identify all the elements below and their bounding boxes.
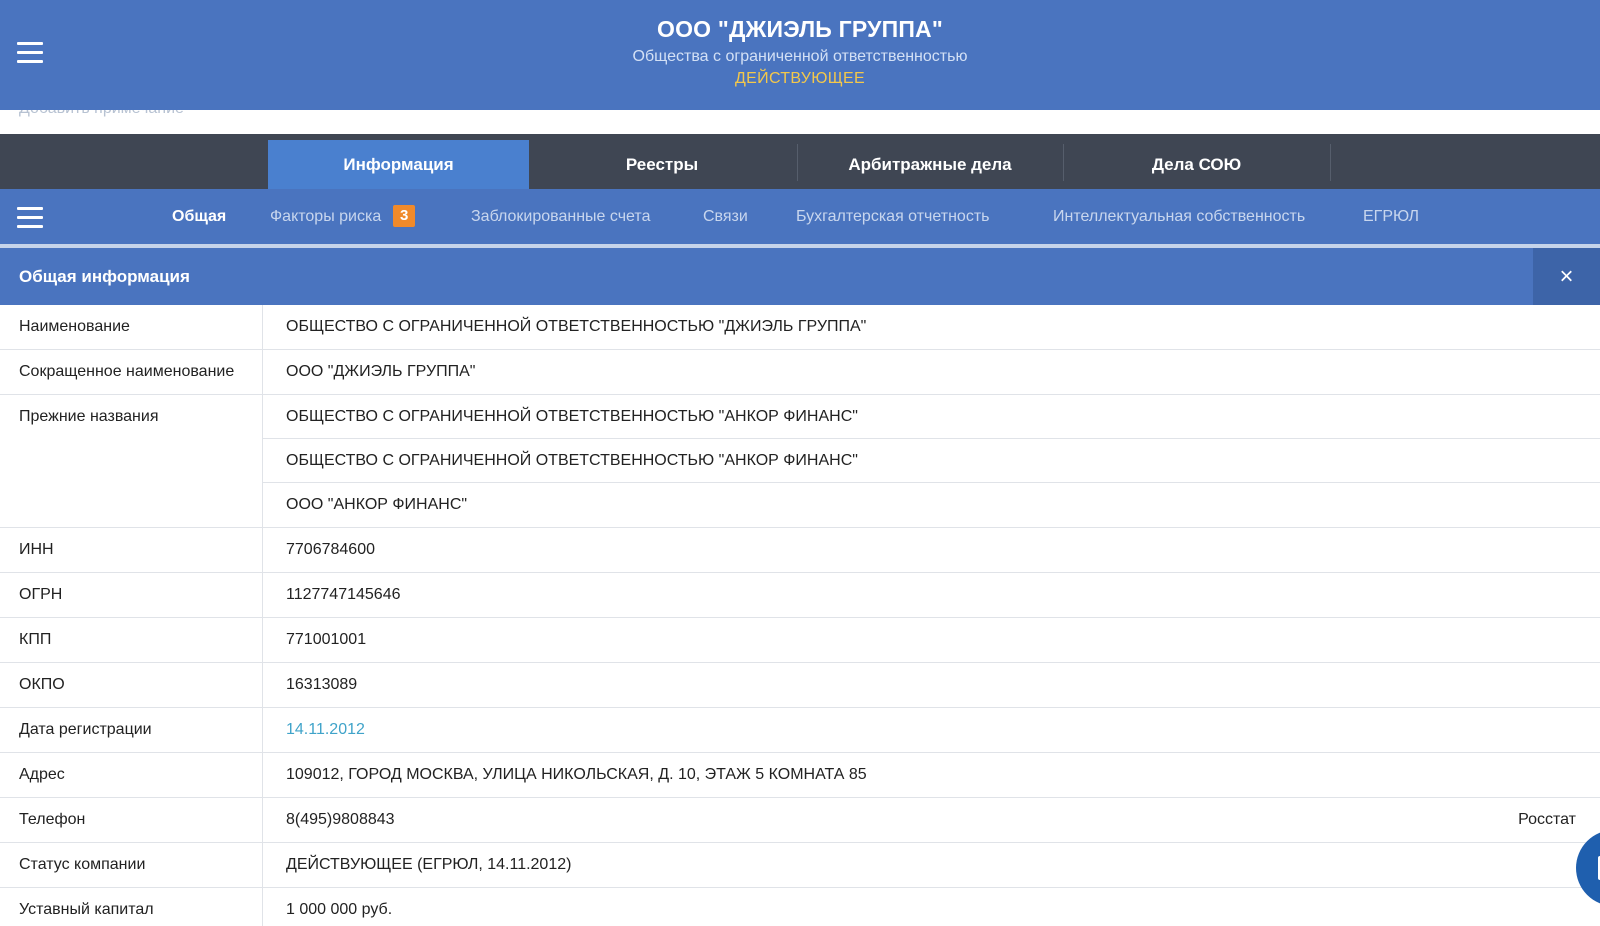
company-status: ДЕЙСТВУЮЩЕЕ (735, 70, 865, 87)
row-value: ОБЩЕСТВО С ОГРАНИЧЕННОЙ ОТВЕТСТВЕННОСТЬЮ… (263, 439, 1600, 483)
row-name: Наименование ОБЩЕСТВО С ОГРАНИЧЕННОЙ ОТВ… (0, 305, 1600, 350)
row-address: Адрес 109012, ГОРОД МОСКВА, УЛИЦА НИКОЛЬ… (0, 753, 1600, 798)
company-type: Общества с ограниченной ответственностью (632, 48, 968, 65)
row-okpo: ОКПО 16313089 (0, 663, 1600, 708)
row-inn: ИНН 7706784600 (0, 528, 1600, 573)
row-value: 1 000 000 руб. (286, 901, 393, 918)
phone-source-note: Росстат (1518, 811, 1576, 828)
row-label: Адрес (0, 753, 263, 797)
row-value: 771001001 (286, 631, 367, 648)
close-icon[interactable]: × (1533, 248, 1600, 305)
row-label: Сокращенное наименование (0, 350, 263, 394)
subnav-risk-factors[interactable]: Факторы риска 3 (270, 189, 416, 244)
row-ogrn: ОГРН 1127747145646 (0, 573, 1600, 618)
row-value: 109012, ГОРОД МОСКВА, УЛИЦА НИКОЛЬСКАЯ, … (286, 766, 867, 783)
sub-navigation: Общая Факторы риска 3 Заблокированные сче… (0, 189, 1600, 244)
row-value: 8(495)9808843 (286, 811, 395, 828)
row-label: Наименование (0, 305, 263, 349)
row-label: ОГРН (0, 573, 263, 617)
row-label: ОКПО (0, 663, 263, 707)
row-charter-capital: Уставный капитал 1 000 000 руб. (0, 888, 1600, 926)
row-label: КПП (0, 618, 263, 662)
row-value: ОБЩЕСТВО С ОГРАНИЧЕННОЙ ОТВЕТСТВЕННОСТЬЮ… (286, 318, 867, 335)
tab-divider (1330, 144, 1331, 181)
row-value: ООО "ДЖИЭЛЬ ГРУППА" (286, 363, 476, 380)
section-header: Общая информация × (0, 248, 1600, 305)
row-value: 1127747145646 (286, 586, 401, 603)
row-company-status: Статус компании ДЕЙСТВУЮЩЕЕ (ЕГРЮЛ, 14.1… (0, 843, 1600, 888)
subnav-general[interactable]: Общая (172, 189, 226, 244)
tab-information[interactable]: Информация (268, 140, 529, 189)
row-former-names: Прежние названия ОБЩЕСТВО С ОГРАНИЧЕННОЙ… (0, 395, 1600, 528)
company-heading: ООО "ДЖИЭЛЬ ГРУППА" Общества с ограничен… (0, 16, 1600, 88)
row-label: Дата регистрации (0, 708, 263, 752)
add-note-link[interactable]: Добавить примечание (19, 110, 184, 118)
row-value: 16313089 (286, 676, 358, 693)
row-value: 7706784600 (286, 541, 375, 558)
main-tabs: Информация Реестры Арбитражные дела Дела… (0, 134, 1600, 189)
section-title: Общая информация (19, 267, 190, 286)
phone-value-line: 8(495)9808843 Росстат (263, 798, 1600, 842)
row-label: Прежние названия (0, 395, 263, 527)
row-value: ОБЩЕСТВО С ОГРАНИЧЕННОЙ ОТВЕТСТВЕННОСТЬЮ… (263, 395, 1600, 439)
info-table: Наименование ОБЩЕСТВО С ОГРАНИЧЕННОЙ ОТВ… (0, 305, 1600, 926)
risk-count-badge: 3 (393, 204, 416, 227)
row-phone: Телефон 8(495)9808843 Росстат (0, 798, 1600, 843)
row-registration-date: Дата регистрации 14.11.2012 (0, 708, 1600, 753)
subnav-accounting-reports[interactable]: Бухгалтерская отчетность (796, 189, 989, 244)
subnav-risk-factors-label: Факторы риска (270, 208, 382, 225)
subnav-blocked-accounts[interactable]: Заблокированные счета (471, 189, 650, 244)
row-label: ИНН (0, 528, 263, 572)
tab-arbitration-cases[interactable]: Арбитражные дела (797, 140, 1063, 189)
tab-court-cases[interactable]: Дела СОЮ (1063, 140, 1330, 189)
row-value: ООО "АНКОР ФИНАНС" (286, 496, 468, 513)
subnav-egrul[interactable]: ЕГРЮЛ (1363, 189, 1419, 244)
subnav-intellectual-property[interactable]: Интеллектуальная собственность (1053, 189, 1305, 244)
subnav-connections[interactable]: Связи (703, 189, 748, 244)
row-label: Уставный капитал (0, 888, 263, 926)
row-label: Статус компании (0, 843, 263, 887)
row-value: ДЕЙСТВУЮЩЕЕ (ЕГРЮЛ, 14.11.2012) (286, 856, 572, 873)
company-title: ООО "ДЖИЭЛЬ ГРУППА" (657, 16, 943, 42)
row-short-name: Сокращенное наименование ООО "ДЖИЭЛЬ ГРУ… (0, 350, 1600, 395)
hamburger-menu-icon[interactable] (17, 207, 43, 229)
row-kpp: КПП 771001001 (0, 618, 1600, 663)
company-header: ООО "ДЖИЭЛЬ ГРУППА" Общества с ограничен… (0, 0, 1600, 110)
row-label: Телефон (0, 798, 263, 842)
note-strip: Добавить примечание (0, 110, 1600, 134)
registration-date-link[interactable]: 14.11.2012 (263, 708, 1600, 752)
tab-registries[interactable]: Реестры (529, 140, 795, 189)
